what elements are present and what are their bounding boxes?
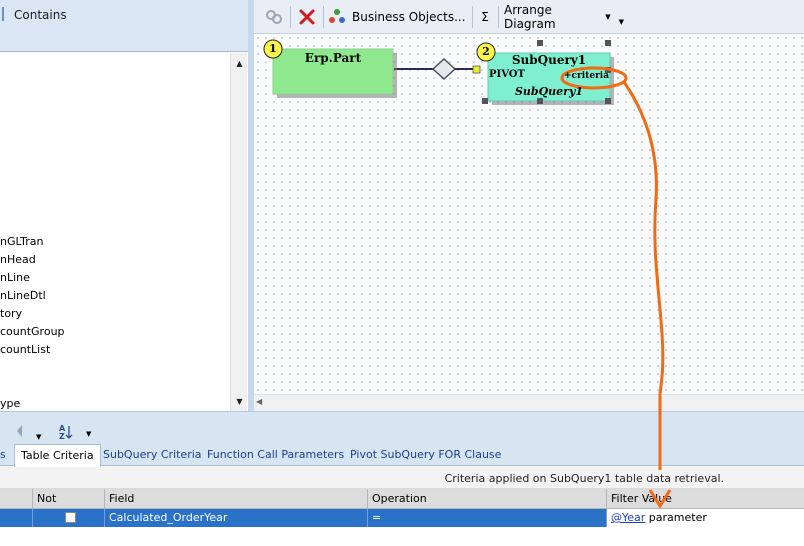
nav-back-icon (17, 425, 22, 437)
list-item[interactable]: countList (0, 341, 50, 359)
tab-subquery-criteria[interactable]: SubQuery Criteria (103, 444, 202, 466)
node2-subtitle: SubQuery1 (514, 85, 584, 98)
header-separator (2, 7, 4, 21)
not-checkbox[interactable] (65, 512, 76, 523)
table-row[interactable]: Calculated_OrderYear = @Year parameter (0, 509, 804, 527)
column-header-filter-value[interactable]: Filter Value (606, 489, 804, 509)
list-item[interactable]: countGroup (0, 323, 65, 341)
link-icon (266, 10, 282, 24)
link-button[interactable] (262, 4, 286, 30)
column-header-operation[interactable]: Operation (367, 489, 606, 509)
svg-text:Z: Z (59, 432, 65, 441)
scroll-up-icon[interactable]: ▲ (231, 55, 248, 72)
criteria-tabs: s Table Criteria SubQuery Criteria Funct… (0, 444, 804, 467)
left-panel-header: Contains (0, 0, 248, 52)
not-cell[interactable] (32, 509, 104, 527)
scroll-down-icon[interactable]: ▼ (231, 393, 248, 410)
list-item[interactable]: nLineDtl (0, 287, 46, 305)
tab-table-criteria[interactable]: Table Criteria (14, 444, 101, 467)
query-diagram-canvas[interactable]: 1 Erp.Part 2 SubQuery1 PIVOT +criteria S… (254, 34, 804, 394)
grid-header: Not Field Operation Filter Value (0, 489, 804, 509)
sum-label: Σ (481, 10, 489, 24)
arrange-diagram-label: Arrange Diagram (504, 3, 556, 31)
list-item[interactable]: tory (0, 305, 22, 323)
year-parameter-link[interactable]: @Year (611, 511, 645, 524)
arrange-diagram-button[interactable]: Arrange Diagram ▼ ▼ (504, 3, 624, 31)
sum-button[interactable]: Σ (476, 4, 494, 30)
scroll-left-icon[interactable]: ◀ (256, 397, 262, 406)
criteria-label[interactable]: +criteria (564, 71, 609, 81)
filter-value-cell[interactable]: @Year parameter (606, 509, 804, 527)
table-list: nGLTran nHead nLine nLineDtl tory countG… (0, 53, 230, 411)
vertical-scrollbar[interactable]: ▲ ▼ (230, 53, 247, 411)
svg-text:▼: ▼ (36, 433, 42, 441)
info-bar: Criteria applied on SubQuery1 table data… (0, 467, 804, 489)
tab-partial[interactable]: s (0, 444, 6, 466)
list-item[interactable]: nGLTran (0, 233, 43, 251)
business-objects-button[interactable]: Business Objects... (328, 4, 468, 30)
column-header-field[interactable]: Field (104, 489, 367, 509)
scroll-thumb[interactable] (233, 73, 246, 393)
grid-empty-area (0, 527, 804, 546)
sort-dropdown-icon[interactable]: ▼ (86, 430, 91, 438)
column-header-not[interactable]: Not (32, 489, 104, 509)
info-text: Criteria applied on SubQuery1 table data… (444, 472, 724, 485)
tab-pivot-subquery-for-clause[interactable]: Pivot SubQuery FOR Clause (350, 444, 501, 466)
bottom-tool-icons: ▼ A Z (17, 424, 73, 441)
delete-x-icon (299, 9, 315, 25)
bottom-toolbar: ▼ A Z ▼ (0, 411, 804, 444)
field-cell[interactable]: Calculated_OrderYear (104, 509, 367, 527)
annotation-arrow-line (622, 81, 665, 394)
horizontal-scrollbar[interactable]: ◀ (254, 394, 804, 411)
list-item[interactable]: nHead (0, 251, 36, 269)
list-item[interactable]: nLine (0, 269, 30, 287)
diagram-toolbar: Business Objects... Σ Arrange Diagram ▼ … (254, 0, 804, 34)
chevron-down-icon[interactable]: ▼ (619, 18, 624, 26)
contains-column-header[interactable]: Contains (14, 8, 67, 22)
delete-button[interactable] (295, 4, 319, 30)
operation-cell[interactable]: = (367, 509, 606, 527)
pivot-label: PIVOT (489, 69, 525, 80)
business-objects-icon (329, 9, 345, 23)
join-diamond (431, 57, 457, 81)
tab-function-call-parameters[interactable]: Function Call Parameters (207, 444, 344, 466)
list-item[interactable]: ype (0, 395, 20, 411)
dropdown-arrow-icon: ▼ (605, 13, 611, 21)
node2-title[interactable]: SubQuery1 (488, 53, 610, 67)
business-objects-label: Business Objects... (352, 10, 466, 24)
filter-value-text: parameter (645, 511, 707, 524)
node1-title[interactable]: Erp.Part (273, 51, 393, 65)
